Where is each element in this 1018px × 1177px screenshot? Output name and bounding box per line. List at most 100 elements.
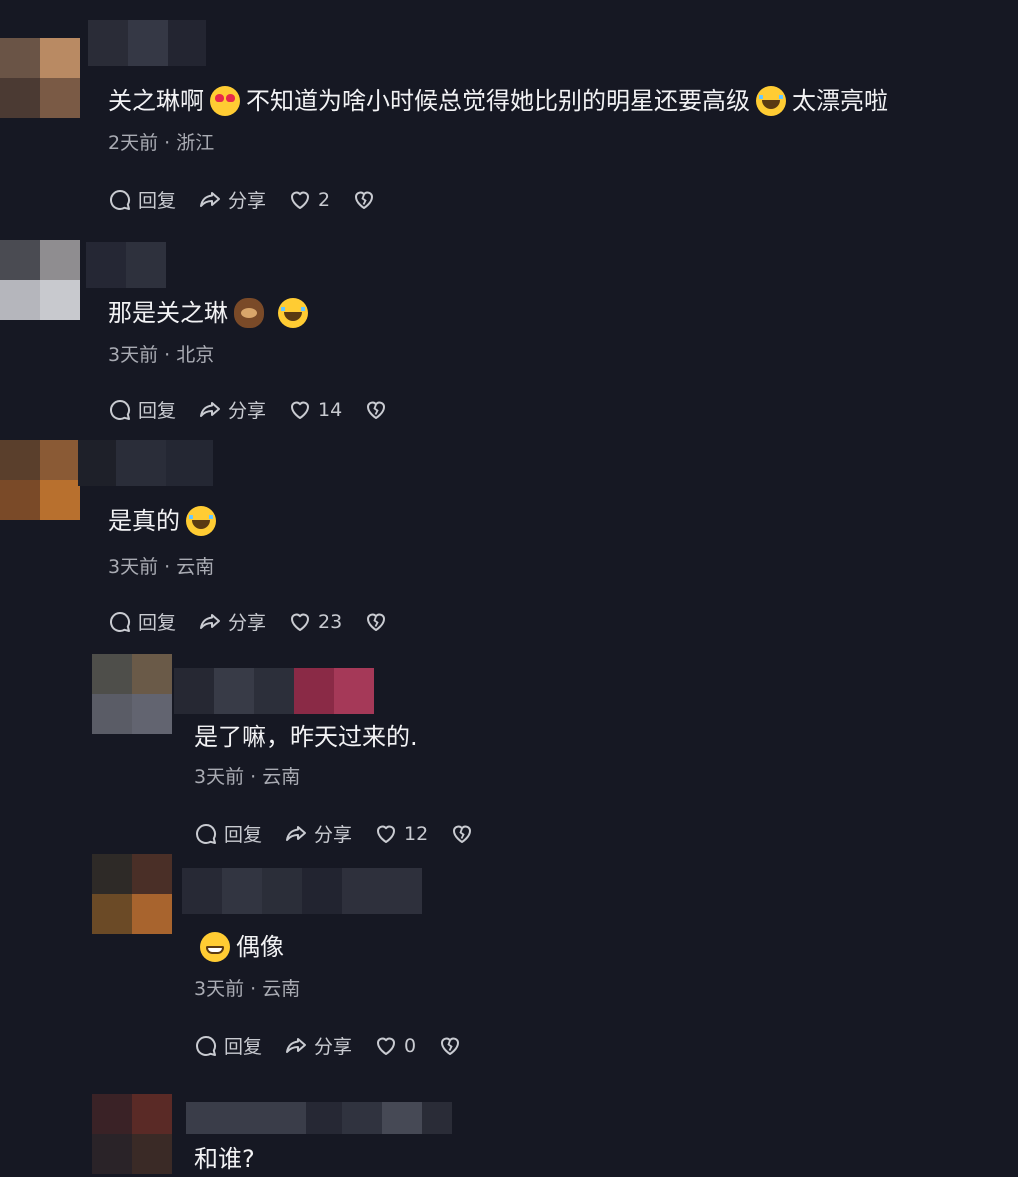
share-label: 分享 <box>314 1036 353 1058</box>
like-button[interactable]: 0 <box>374 1034 416 1058</box>
share-label: 分享 <box>228 190 267 212</box>
heart-icon <box>377 1037 396 1055</box>
dislike-button[interactable] <box>352 188 376 212</box>
comment-actions: 回复 分享 0 <box>194 1032 484 1059</box>
dislike-button[interactable] <box>450 822 474 846</box>
share-arrow-icon <box>200 191 221 207</box>
comment-meta: 3天前 · 云南 <box>108 556 215 578</box>
dislike-button[interactable] <box>364 610 388 634</box>
comment-actions: 回复 分享 23 <box>108 608 410 635</box>
share-button[interactable]: 分享 <box>284 1032 352 1059</box>
share-arrow-icon <box>286 825 307 841</box>
heart-icon <box>377 825 396 843</box>
username-blurred[interactable] <box>86 242 166 288</box>
share-button[interactable]: 分享 <box>198 186 266 213</box>
comment-meta: 3天前 · 北京 <box>108 344 215 366</box>
share-arrow-icon <box>200 401 221 417</box>
comment-text-part: 太漂亮啦 <box>792 87 888 115</box>
share-button[interactable]: 分享 <box>198 396 266 423</box>
comment-text-part: 偶像 <box>236 933 284 961</box>
reply-bubble-icon <box>110 189 130 210</box>
comment-meta: 3天前 · 云南 <box>194 766 301 788</box>
dislike-button[interactable] <box>438 1034 462 1058</box>
comment-text-part: 不知道为啥小时候总觉得她比别的明星还要高级 <box>246 87 750 115</box>
like-count: 14 <box>318 398 343 421</box>
heart-eyes-emoji-icon <box>210 86 240 116</box>
share-label: 分享 <box>228 400 267 422</box>
reply-bubble-icon <box>196 823 216 844</box>
reply-label: 回复 <box>224 1036 263 1058</box>
comment-text: 和谁? <box>194 1144 255 1174</box>
like-count: 12 <box>404 822 429 845</box>
reply-button[interactable]: 回复 <box>108 608 176 635</box>
username-blurred[interactable] <box>174 668 374 714</box>
broken-heart-icon <box>367 401 386 419</box>
reply-button[interactable]: 回复 <box>194 820 262 847</box>
laughing-emoji-icon <box>756 86 786 116</box>
heart-icon <box>291 191 310 209</box>
comment-text: 是真的 <box>108 506 216 536</box>
reply-label: 回复 <box>138 400 177 422</box>
heart-icon <box>291 613 310 631</box>
username-blurred[interactable] <box>186 1102 452 1134</box>
like-button[interactable]: 2 <box>288 188 330 212</box>
reply-bubble-icon <box>110 399 130 420</box>
comment-text-part: 是真的 <box>108 507 180 535</box>
avatar[interactable] <box>92 654 172 734</box>
reply-bubble-icon <box>196 1035 216 1056</box>
avatar[interactable] <box>0 240 80 320</box>
comment-actions: 回复 分享 14 <box>108 396 410 423</box>
avatar[interactable] <box>92 1094 172 1174</box>
like-count: 2 <box>318 188 331 211</box>
reply-1: 是了嘛，昨天过来的. 3天前 · 云南 回复 分享 12 <box>0 652 1018 852</box>
laughing-emoji-icon <box>186 506 216 536</box>
reply-label: 回复 <box>224 824 263 846</box>
share-button[interactable]: 分享 <box>284 820 352 847</box>
reply-button[interactable]: 回复 <box>194 1032 262 1059</box>
share-button[interactable]: 分享 <box>198 608 266 635</box>
share-arrow-icon <box>286 1037 307 1053</box>
like-count: 0 <box>404 1034 417 1057</box>
reply-button[interactable]: 回复 <box>108 186 176 213</box>
comment-text-part: 关之琳啊 <box>108 87 204 115</box>
broken-heart-icon <box>355 191 374 209</box>
reply-label: 回复 <box>138 612 177 634</box>
username-blurred[interactable] <box>88 20 206 66</box>
comment-text: 关之琳啊 不知道为啥小时候总觉得她比别的明星还要高级 太漂亮啦 <box>108 86 888 116</box>
like-count: 23 <box>318 610 343 633</box>
dislike-button[interactable] <box>364 398 388 422</box>
comment-text: 那是关之琳 <box>108 298 308 328</box>
heart-icon <box>291 401 310 419</box>
comment-2: 那是关之琳 3天前 · 北京 回复 分享 14 <box>0 230 1018 440</box>
comment-1: 关之琳啊 不知道为啥小时候总觉得她比别的明星还要高级 太漂亮啦 2天前 · 浙江… <box>0 0 1018 230</box>
coffee-emoji-icon <box>234 298 264 328</box>
reply-button[interactable]: 回复 <box>108 396 176 423</box>
reply-2: 偶像 3天前 · 云南 回复 分享 0 <box>0 852 1018 1088</box>
like-button[interactable]: 23 <box>288 610 342 634</box>
like-button[interactable]: 14 <box>288 398 342 422</box>
avatar[interactable] <box>0 440 80 520</box>
comment-text-part: 和谁? <box>194 1145 255 1173</box>
comment-meta: 2天前 · 浙江 <box>108 132 215 154</box>
broken-heart-icon <box>367 613 386 631</box>
comment-text: 是了嘛，昨天过来的. <box>194 722 418 752</box>
reply-3: 和谁? <box>0 1088 1018 1177</box>
username-blurred[interactable] <box>182 868 422 914</box>
avatar[interactable] <box>0 38 80 118</box>
grinning-emoji-icon <box>200 932 230 962</box>
avatar[interactable] <box>92 854 172 934</box>
share-label: 分享 <box>314 824 353 846</box>
comment-meta: 3天前 · 云南 <box>194 978 301 1000</box>
comment-3: 是真的 3天前 · 云南 回复 分享 23 <box>0 440 1018 652</box>
reply-bubble-icon <box>110 611 130 632</box>
username-blurred[interactable] <box>78 440 213 486</box>
broken-heart-icon <box>453 825 472 843</box>
like-button[interactable]: 12 <box>374 822 428 846</box>
comment-text-part: 是了嘛，昨天过来的. <box>194 723 418 751</box>
comment-text: 偶像 <box>200 932 284 962</box>
comment-actions: 回复 分享 12 <box>194 820 496 847</box>
comment-actions: 回复 分享 2 <box>108 186 398 213</box>
share-label: 分享 <box>228 612 267 634</box>
reply-label: 回复 <box>138 190 177 212</box>
comment-text-part: 那是关之琳 <box>108 299 228 327</box>
